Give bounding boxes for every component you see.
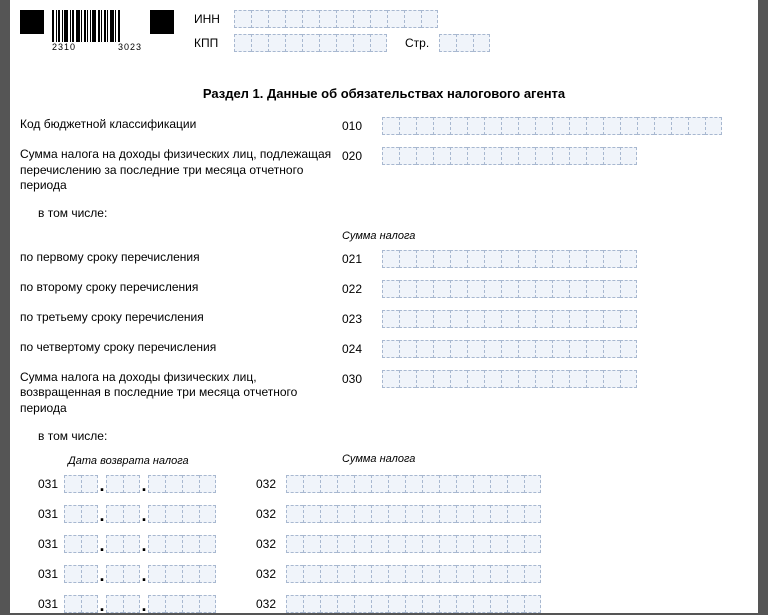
date-yyyy[interactable] bbox=[148, 565, 216, 583]
sum-cells[interactable] bbox=[286, 565, 541, 583]
row-021-label: по первому сроку перечисления bbox=[20, 250, 342, 266]
row-030: Сумма налога на доходы физических лиц, в… bbox=[20, 370, 748, 417]
row-020-label: Сумма налога на доходы физических лиц, п… bbox=[20, 147, 342, 194]
kbk-code: 010 bbox=[342, 117, 382, 133]
row-023: по третьему сроку перечисления 023 bbox=[20, 310, 748, 328]
pair-row: 031 . . 032 bbox=[20, 535, 748, 553]
sum-header-1: Сумма налога bbox=[342, 230, 748, 242]
date-mm[interactable] bbox=[106, 475, 140, 493]
dot-icon: . bbox=[140, 569, 148, 583]
pair-row: 031 . . 032 bbox=[20, 595, 748, 613]
code-031: 031 bbox=[20, 567, 64, 581]
dot-icon: . bbox=[140, 509, 148, 523]
code-031: 031 bbox=[20, 477, 64, 491]
row-021-cells[interactable] bbox=[382, 250, 637, 268]
dot-icon: . bbox=[98, 539, 106, 553]
row-023-code: 023 bbox=[342, 310, 382, 326]
code-031: 031 bbox=[20, 597, 64, 611]
page-cells[interactable] bbox=[439, 34, 490, 52]
code-032: 032 bbox=[256, 507, 276, 521]
sum-header-2: Сумма налога bbox=[342, 453, 415, 467]
pair-row: 031 . . 032 bbox=[20, 505, 748, 523]
header-fields: ИНН КПП Стр. bbox=[194, 10, 490, 58]
pair-row: 031 . . 032 bbox=[20, 565, 748, 583]
row-022-cells[interactable] bbox=[382, 280, 637, 298]
code-032: 032 bbox=[256, 537, 276, 551]
inn-label: ИНН bbox=[194, 12, 234, 26]
row-022-code: 022 bbox=[342, 280, 382, 296]
date-mm[interactable] bbox=[106, 595, 140, 613]
sum-cells[interactable] bbox=[286, 595, 541, 613]
dot-icon: . bbox=[98, 569, 106, 583]
barcode bbox=[52, 10, 142, 42]
row-022-label: по второму сроку перечисления bbox=[20, 280, 342, 296]
marker-left bbox=[20, 10, 44, 34]
pair-headers: Дата возврата налога Сумма налога bbox=[20, 453, 748, 467]
code-032: 032 bbox=[256, 597, 276, 611]
inn-cells[interactable] bbox=[234, 10, 438, 28]
row-023-cells[interactable] bbox=[382, 310, 637, 328]
row-021: по первому сроку перечисления 021 bbox=[20, 250, 748, 268]
barcode-digits-right: 3023 bbox=[118, 42, 142, 52]
row-024-cells[interactable] bbox=[382, 340, 637, 358]
row-024-label: по четвертому сроку перечисления bbox=[20, 340, 342, 356]
dot-icon: . bbox=[140, 479, 148, 493]
row-021-code: 021 bbox=[342, 250, 382, 266]
row-023-label: по третьему сроку перечисления bbox=[20, 310, 342, 326]
row-020: Сумма налога на доходы физических лиц, п… bbox=[20, 147, 748, 194]
sum-cells[interactable] bbox=[286, 535, 541, 553]
marker-right bbox=[150, 10, 174, 34]
row-020-code: 020 bbox=[342, 147, 382, 163]
date-dd[interactable] bbox=[64, 535, 98, 553]
date-yyyy[interactable] bbox=[148, 475, 216, 493]
date-dd[interactable] bbox=[64, 565, 98, 583]
kpp-cells[interactable] bbox=[234, 34, 387, 52]
form-header: 2310 3023 ИНН КПП Стр. bbox=[20, 10, 748, 58]
date-yyyy[interactable] bbox=[148, 505, 216, 523]
section-title: Раздел 1. Данные об обязательствах налог… bbox=[20, 86, 748, 101]
code-031: 031 bbox=[20, 537, 64, 551]
sum-cells[interactable] bbox=[286, 475, 541, 493]
barcode-digits: 2310 3023 bbox=[52, 42, 142, 52]
date-dd[interactable] bbox=[64, 595, 98, 613]
including-1: в том числе: bbox=[20, 206, 748, 220]
row-030-code: 030 bbox=[342, 370, 382, 386]
date-yyyy[interactable] bbox=[148, 595, 216, 613]
dot-icon: . bbox=[98, 509, 106, 523]
dot-icon: . bbox=[140, 539, 148, 553]
dot-icon: . bbox=[140, 599, 148, 613]
row-022: по второму сроку перечисления 022 bbox=[20, 280, 748, 298]
dot-icon: . bbox=[98, 599, 106, 613]
dot-icon: . bbox=[98, 479, 106, 493]
code-032: 032 bbox=[256, 567, 276, 581]
row-kbk: Код бюджетной классификации 010 bbox=[20, 117, 748, 135]
kbk-label: Код бюджетной классификации bbox=[20, 117, 342, 133]
kpp-label: КПП bbox=[194, 36, 234, 50]
barcode-digits-left: 2310 bbox=[52, 42, 76, 52]
date-mm[interactable] bbox=[106, 505, 140, 523]
date-dd[interactable] bbox=[64, 505, 98, 523]
row-020-cells[interactable] bbox=[382, 147, 637, 165]
pair-row: 031 . . 032 bbox=[20, 475, 748, 493]
date-mm[interactable] bbox=[106, 565, 140, 583]
including-2: в том числе: bbox=[20, 429, 748, 443]
code-031: 031 bbox=[20, 507, 64, 521]
code-032: 032 bbox=[256, 477, 276, 491]
date-mm[interactable] bbox=[106, 535, 140, 553]
date-dd[interactable] bbox=[64, 475, 98, 493]
page-label: Стр. bbox=[405, 36, 429, 50]
row-024-code: 024 bbox=[342, 340, 382, 356]
date-yyyy[interactable] bbox=[148, 535, 216, 553]
row-030-cells[interactable] bbox=[382, 370, 637, 388]
kbk-cells[interactable] bbox=[382, 117, 722, 135]
row-024: по четвертому сроку перечисления 024 bbox=[20, 340, 748, 358]
row-030-label: Сумма налога на доходы физических лиц, в… bbox=[20, 370, 342, 417]
page: 2310 3023 ИНН КПП Стр. bbox=[10, 0, 758, 613]
date-header: Дата возврата налога bbox=[68, 455, 189, 467]
sum-cells[interactable] bbox=[286, 505, 541, 523]
